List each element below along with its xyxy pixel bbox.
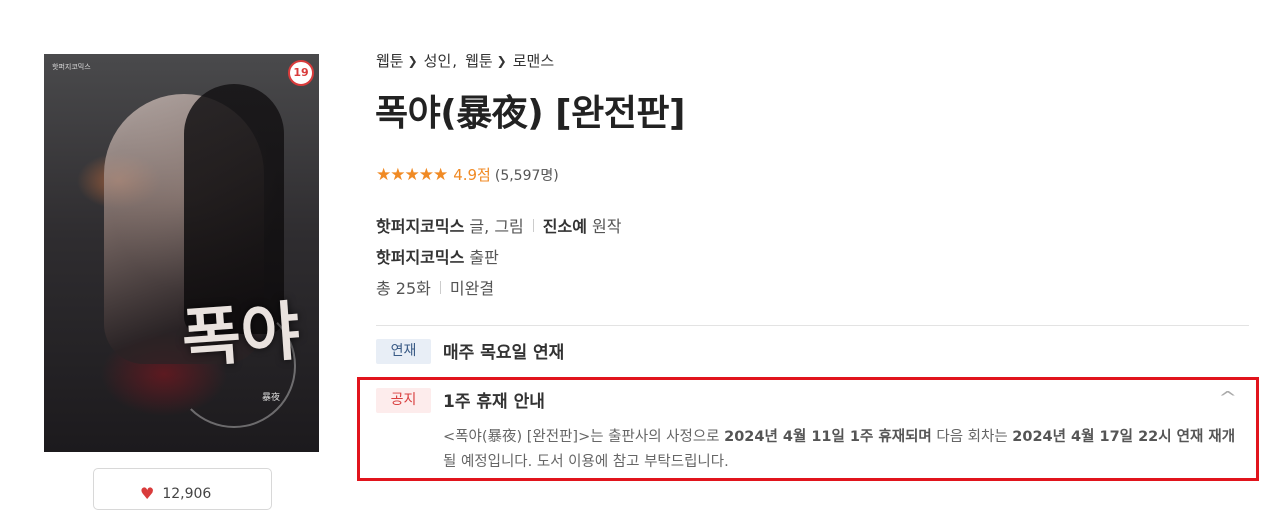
- section-divider: [376, 325, 1249, 326]
- author-link[interactable]: 핫퍼지코믹스: [376, 213, 464, 237]
- divider: [532, 218, 534, 232]
- serial-tag: 연재: [376, 339, 431, 364]
- notice-text-bold: 2024년 4월 17일 22시 연재 재개: [1012, 429, 1236, 445]
- original-role: 원작: [592, 217, 622, 236]
- like-button[interactable]: ♥ 12,906: [93, 468, 272, 510]
- credits-author-row: 핫퍼지코믹스 글, 그림 진소예 원작: [376, 213, 621, 237]
- episode-info-row: 총 25화 미완결: [376, 275, 494, 299]
- notice-text: 다음 회차는: [931, 429, 1013, 445]
- like-count: 12,906: [162, 485, 212, 502]
- page-title: 폭야(暴夜) [완전판]: [375, 93, 685, 134]
- cover-logo: 폭야: [179, 293, 303, 378]
- chevron-up-icon[interactable]: ^: [1218, 388, 1237, 407]
- notice-text: 될 예정입니다. 도서 이용에 참고 부탁드립니다.: [443, 454, 729, 470]
- rating-count: (5,597명): [494, 167, 559, 184]
- cover-image[interactable]: 핫퍼지코믹스 19 폭야 暴夜: [44, 54, 319, 452]
- chevron-right-icon: ❯: [407, 53, 418, 68]
- rating: ★★★★★ 4.9점 (5,597명): [376, 164, 559, 185]
- breadcrumb: 웹툰 ❯ 성인, 웹툰 ❯ 로맨스: [376, 50, 554, 71]
- notice-tag: 공지: [376, 388, 431, 413]
- age-rating-badge: 19: [288, 60, 314, 86]
- cover-logo-sub: 暴夜: [262, 393, 281, 403]
- author-role: 글, 그림: [469, 217, 524, 236]
- credits-publisher-row: 핫퍼지코믹스 출판: [376, 244, 499, 268]
- breadcrumb-item-webtoon-2[interactable]: 웹툰: [465, 50, 493, 71]
- episode-count: 총 25화: [376, 279, 431, 298]
- completion-status: 미완결: [449, 279, 495, 298]
- rating-score: 4.9점: [453, 166, 491, 184]
- notice-title[interactable]: 1주 휴재 안내: [443, 387, 545, 412]
- publisher-role: 출판: [469, 248, 499, 267]
- star-rating-icon: ★★★★★: [376, 164, 448, 185]
- breadcrumb-separator: ,: [452, 51, 458, 70]
- breadcrumb-item-adult[interactable]: 성인: [424, 50, 452, 71]
- breadcrumb-item-romance[interactable]: 로맨스: [513, 50, 554, 71]
- publisher-link[interactable]: 핫퍼지코믹스: [376, 244, 464, 268]
- cover-publisher-mark: 핫퍼지코믹스: [52, 63, 91, 71]
- notice-body: <폭야(暴夜) [완전판]>는 출판사의 사정으로 2024년 4월 11일 1…: [443, 425, 1243, 475]
- notice-text-bold: 2024년 4월 11일 1주 휴재되며: [724, 429, 932, 445]
- notice-text: <폭야(暴夜) [완전판]>는 출판사의 사정으로: [443, 429, 725, 445]
- serial-schedule: 매주 목요일 연재: [443, 343, 565, 363]
- divider: [439, 280, 441, 294]
- original-author-link[interactable]: 진소예: [543, 213, 587, 237]
- heart-icon: ♥: [140, 484, 155, 503]
- breadcrumb-item-webtoon[interactable]: 웹툰: [376, 50, 404, 71]
- chevron-right-icon: ❯: [496, 53, 507, 68]
